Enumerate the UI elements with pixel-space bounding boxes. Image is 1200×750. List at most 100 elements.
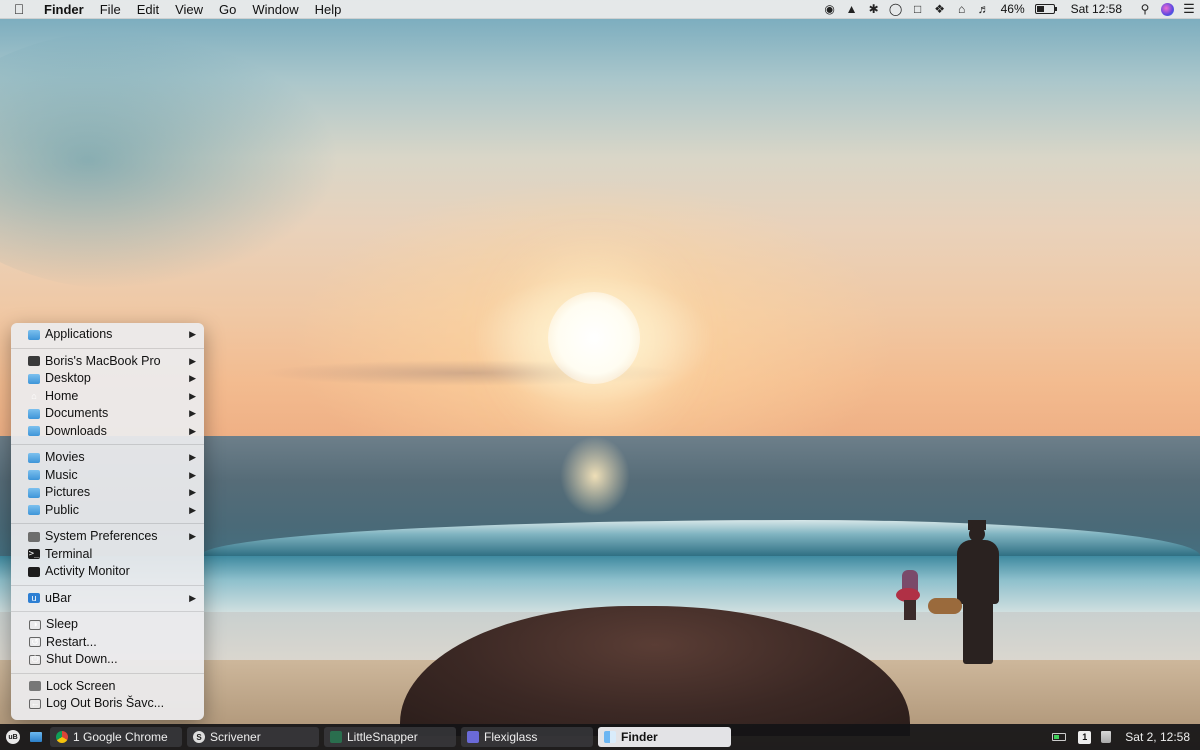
menu-item-system-preferences[interactable]: System Preferences ▶ — [11, 528, 204, 546]
menu-item-label: Activity Monitor — [45, 564, 130, 578]
ubar-taskbar: uB 1 Google Chrome S Scrivener LittleSna… — [0, 724, 1200, 750]
menu-item-applications[interactable]: Applications ▶ — [11, 326, 204, 344]
menu-window[interactable]: Window — [244, 0, 306, 19]
menu-item-boris-s-macbook-pro[interactable]: Boris's MacBook Pro ▶ — [11, 353, 204, 371]
menubar-clock[interactable]: Sat 12:58 — [1059, 2, 1134, 16]
menu-item-label: Boris's MacBook Pro — [45, 353, 161, 368]
app-menu[interactable]: Finder — [38, 0, 92, 19]
siri-icon[interactable] — [1156, 0, 1178, 19]
submenu-arrow-icon: ▶ — [189, 373, 196, 383]
desktop-count-badge[interactable]: 1 — [1078, 730, 1092, 744]
display-icon[interactable]: □ — [907, 0, 929, 19]
menu-item-home[interactable]: ⌂ Home ▶ — [11, 388, 204, 406]
menu-item-ubar[interactable]: u uBar ▶ — [11, 590, 204, 608]
taskbar-app-label: LittleSnapper — [347, 730, 418, 744]
menu-bar:  Finder File Edit View Go Window Help ◉… — [0, 0, 1200, 19]
taskbar-app-scrivener[interactable]: S Scrivener — [187, 727, 319, 747]
menu-item-activity-monitor[interactable]: Activity Monitor — [11, 563, 204, 581]
menu-item-label: Sleep — [46, 617, 78, 631]
circle-icon[interactable]: ◯ — [885, 0, 907, 19]
menu-item-desktop[interactable]: Desktop ▶ — [11, 370, 204, 388]
menu-go[interactable]: Go — [211, 0, 244, 19]
folder-icon — [28, 505, 40, 516]
submenu-arrow-icon: ▶ — [189, 452, 196, 462]
scrivener-icon: S — [193, 731, 205, 743]
submenu-arrow-icon: ▶ — [189, 531, 196, 541]
submenu-arrow-icon: ▶ — [189, 355, 196, 366]
taskbar-app-label: 1 Google Chrome — [73, 730, 168, 744]
menu-view[interactable]: View — [167, 0, 211, 19]
menu-separator — [11, 523, 204, 524]
submenu-arrow-icon: ▶ — [189, 408, 196, 418]
menu-item-restart[interactable]: ↺ Restart... — [11, 634, 204, 652]
dropbox-icon[interactable]: ❖ — [929, 0, 951, 19]
siri-orb — [1160, 2, 1174, 16]
sleep-icon: ◑ — [29, 619, 41, 630]
menu-item-lock-screen[interactable]: Lock Screen — [11, 678, 204, 696]
taskbar-app-label: Scrivener — [210, 730, 261, 744]
menu-file[interactable]: File — [92, 0, 129, 19]
menu-item-pictures[interactable]: Pictures ▶ — [11, 484, 204, 502]
menu-edit[interactable]: Edit — [129, 0, 167, 19]
folder-icon — [28, 470, 40, 481]
chrome-icon — [56, 731, 68, 743]
hat-icon[interactable]: ▲ — [841, 0, 863, 19]
folder-icon — [28, 408, 40, 419]
ubar-logo-button[interactable]: uB — [6, 730, 20, 744]
submenu-arrow-icon: ▶ — [189, 425, 196, 436]
logout-icon: ← — [29, 698, 41, 709]
apple-menu-icon[interactable]:  — [0, 1, 38, 17]
restart-icon: ↺ — [29, 637, 41, 648]
battery-percent[interactable]: 46% — [995, 2, 1031, 16]
menu-separator — [11, 672, 204, 674]
terminal-icon: >_ — [28, 548, 40, 560]
lock-icon — [29, 681, 41, 692]
taskbar-app-chrome[interactable]: 1 Google Chrome — [50, 727, 182, 747]
submenu-arrow-icon: ▶ — [189, 469, 196, 480]
taskbar-app-finder[interactable]: Finder — [598, 727, 731, 747]
menu-separator — [11, 584, 204, 586]
record-icon[interactable]: ◉ — [819, 0, 841, 19]
trash-icon[interactable] — [1101, 731, 1112, 743]
battery-icon[interactable] — [1034, 4, 1057, 14]
status-area: ◉ ▲ ✱ ◯ □ ❖ ⌂ ♬ 46% Sat 12:58 ⚲ ☰ — [819, 0, 1200, 19]
tray-battery-icon[interactable] — [1052, 733, 1067, 741]
volume-icon[interactable]: ♬ — [973, 0, 995, 19]
wallpaper-sun-reflection — [560, 436, 630, 516]
taskbar-app-label: Flexiglass — [484, 730, 538, 744]
ubar-icon: u — [28, 593, 40, 604]
menu-item-label: Applications — [45, 327, 113, 341]
menu-item-log-out-boris-avc[interactable]: ← Log Out Boris Šavc... — [11, 695, 204, 713]
wallpaper-sun — [548, 292, 640, 384]
menu-item-sleep[interactable]: ◑ Sleep — [11, 616, 204, 634]
menu-item-music[interactable]: Music ▶ — [11, 467, 204, 485]
submenu-arrow-icon: ▶ — [189, 504, 196, 515]
taskbar-app-flexiglass[interactable]: Flexiglass — [461, 727, 593, 747]
menu-help[interactable]: Help — [307, 0, 350, 19]
menu-item-label: Terminal — [45, 546, 93, 561]
wifi-icon[interactable]: ⌂ — [951, 0, 973, 19]
menu-item-terminal[interactable]: >_ Terminal — [11, 546, 204, 564]
taskbar-app-label: Finder — [621, 730, 658, 744]
menu-separator — [11, 444, 204, 445]
littlesnapper-icon — [330, 731, 342, 743]
submenu-arrow-icon: ▶ — [189, 487, 196, 497]
menu-item-documents[interactable]: Documents ▶ — [11, 405, 204, 423]
menu-item-downloads[interactable]: Downloads ▶ — [11, 423, 204, 441]
menu-item-movies[interactable]: Movies ▶ — [11, 449, 204, 467]
spotlight-search-icon[interactable]: ⚲ — [1134, 0, 1156, 19]
taskbar-app-littlesnapper[interactable]: LittleSnapper — [324, 727, 456, 747]
bluetooth-icon[interactable]: ✱ — [863, 0, 885, 19]
menu-item-label: Movies — [45, 450, 85, 464]
ubar-start-menu: Applications ▶ Boris's MacBook Pro ▶ Desktop… — [11, 323, 204, 720]
menu-item-label: Pictures — [45, 485, 91, 499]
show-desktop-icon[interactable] — [30, 732, 42, 742]
home-icon: ⌂ — [31, 390, 37, 401]
notification-center-icon[interactable]: ☰ — [1178, 0, 1200, 19]
menu-item-label: Music — [45, 467, 78, 482]
menu-separator — [11, 611, 204, 612]
menu-item-public[interactable]: Public ▶ — [11, 502, 204, 520]
menu-item-label: Shut Down... — [46, 652, 118, 666]
menu-item-shut-down[interactable]: ⏻ Shut Down... — [11, 651, 204, 669]
taskbar-clock[interactable]: Sat 2, 12:58 — [1125, 730, 1190, 744]
